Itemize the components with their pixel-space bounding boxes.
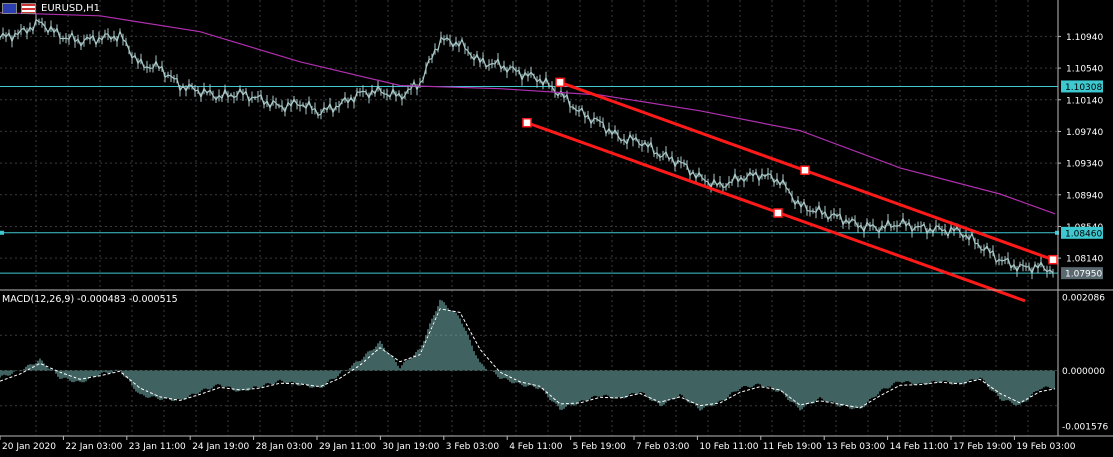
price-level-badge-label: 1.07950: [1065, 270, 1102, 280]
trend-channel: [522, 77, 1058, 303]
chart-grid: [0, 0, 1058, 436]
trend-anchor-point: [555, 77, 565, 88]
eu-flag-icon: [2, 2, 17, 14]
time-tick-label: 4 Feb 11:00: [509, 442, 563, 452]
time-tick-label: 28 Jan 03:00: [256, 442, 313, 452]
price-line: [0, 18, 1054, 275]
time-tick-label: 10 Feb 11:00: [699, 442, 758, 452]
price-tick-label: 1.08140: [1066, 255, 1103, 265]
time-tick-label: 22 Jan 03:00: [65, 442, 122, 452]
moving-average-path: [0, 12, 1056, 215]
time-tick-label: 20 Jan 2020: [2, 442, 56, 452]
trend-anchor-point: [800, 165, 810, 175]
macd-tick-label: -0.001576: [1062, 423, 1108, 433]
trading-chart[interactable]: 1.10940 1.10540 1.10140 1.09740 1.09340 1.089…: [0, 0, 1113, 457]
time-tick-label: 19 Feb 03:00: [1016, 442, 1075, 452]
time-tick-label: 23 Jan 11:00: [129, 442, 186, 452]
time-tick-label: 13 Feb 03:00: [826, 442, 885, 452]
price-axis-labels: 1.10940 1.10540 1.10140 1.09740 1.09340 1.089…: [1058, 33, 1103, 280]
time-tick-label: 3 Feb 03:00: [446, 442, 500, 452]
price-tick-label: 1.10140: [1066, 96, 1103, 106]
price-tick-label: 1.09340: [1066, 160, 1103, 170]
us-flag-icon: [21, 2, 36, 14]
macd-histogram: [0, 299, 1055, 411]
time-axis-labels: 20 Jan 2020 22 Jan 03:00 23 Jan 11:00 24 Ja…: [0, 436, 1076, 452]
time-tick-label: 30 Jan 19:00: [382, 442, 439, 452]
time-tick-label: 29 Jan 11:00: [319, 442, 376, 452]
time-tick-label: 11 Feb 19:00: [763, 442, 822, 452]
macd-axis-labels: 0.002086 0.000000 -0.001576: [1062, 294, 1108, 433]
chart-header: EURUSD,H1: [0, 0, 100, 16]
price-tick-label: 1.10540: [1066, 65, 1103, 75]
time-tick-label: 17 Feb 19:00: [953, 442, 1012, 452]
price-tick-label: 1.10940: [1066, 33, 1103, 43]
time-tick-label: 24 Jan 19:00: [192, 442, 249, 452]
trend-anchor-point: [522, 117, 532, 128]
price-tick-label: 1.08940: [1066, 191, 1103, 201]
price-level-handle: [0, 230, 4, 235]
symbol-label: EURUSD,H1: [41, 2, 101, 14]
price-level-badge-label: 1.08460: [1065, 229, 1102, 239]
price-level-badge-label: 1.10308: [1065, 83, 1102, 93]
macd-indicator-label: MACD(12,26,9) -0.000483 -0.000515: [2, 294, 178, 305]
price-tick-label: 1.09740: [1066, 128, 1103, 138]
macd-tick-label: 0.002086: [1062, 294, 1105, 304]
trend-anchor-point: [773, 208, 783, 218]
moving-average-line: [0, 12, 1056, 215]
time-tick-label: 7 Feb 03:00: [636, 442, 690, 452]
time-tick-label: 14 Feb 11:00: [890, 442, 949, 452]
price-candles: [0, 13, 1054, 280]
trend-anchor-point: [1048, 254, 1058, 265]
time-tick-label: 5 Feb 19:00: [573, 442, 627, 452]
macd-tick-label: 0.000000: [1062, 367, 1105, 377]
